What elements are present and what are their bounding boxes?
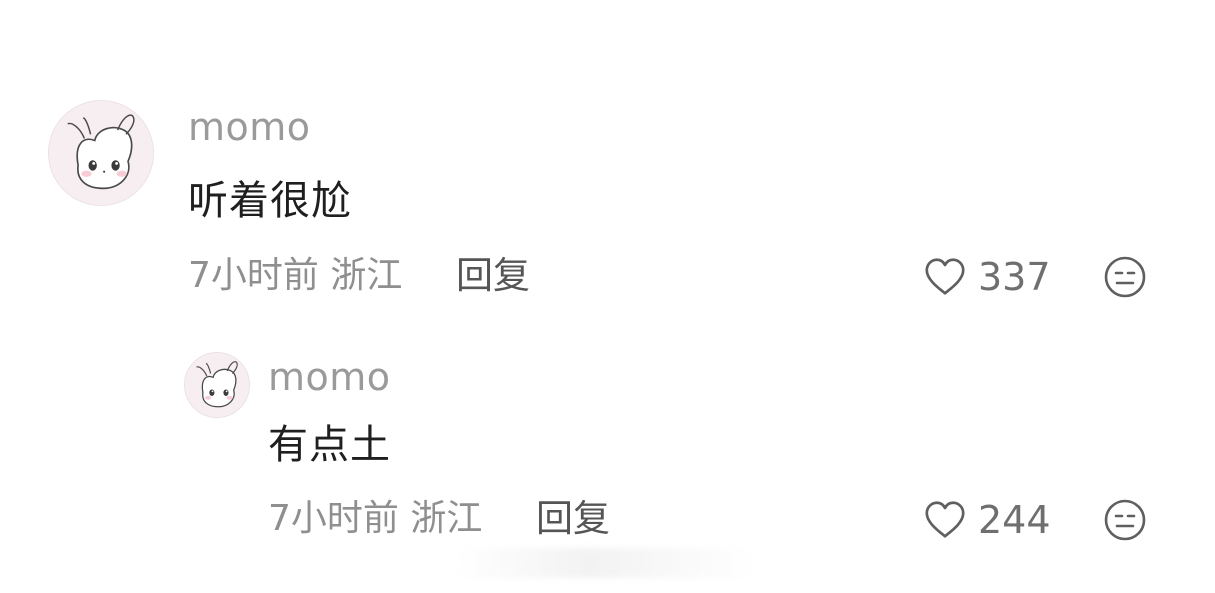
heart-outline-icon	[925, 501, 965, 538]
bunny-avatar-icon	[49, 101, 153, 205]
dislike-button[interactable]	[1103, 255, 1147, 299]
like-button[interactable]: 337	[922, 254, 1051, 300]
neutral-face-icon	[1104, 256, 1146, 298]
comment-text: 听着很尬	[188, 178, 352, 224]
bunny-avatar-icon	[185, 353, 249, 417]
reply-button[interactable]: 回复	[456, 257, 530, 294]
reply-button[interactable]: 回复	[536, 500, 610, 537]
avatar[interactable]	[184, 352, 250, 418]
username[interactable]: momo	[268, 358, 391, 396]
like-button[interactable]: 244	[922, 497, 1051, 543]
dislike-button[interactable]	[1103, 498, 1147, 542]
comment-text: 有点土	[268, 422, 391, 468]
avatar[interactable]	[48, 100, 154, 206]
username[interactable]: momo	[188, 108, 311, 146]
comment-meta: 7小时前 浙江	[188, 255, 403, 296]
heart-outline-icon	[925, 258, 965, 295]
comment-meta: 7小时前 浙江	[268, 498, 483, 539]
like-count: 337	[978, 255, 1051, 299]
blurred-overlay	[455, 548, 755, 578]
like-count: 244	[978, 498, 1051, 542]
neutral-face-icon	[1104, 499, 1146, 541]
